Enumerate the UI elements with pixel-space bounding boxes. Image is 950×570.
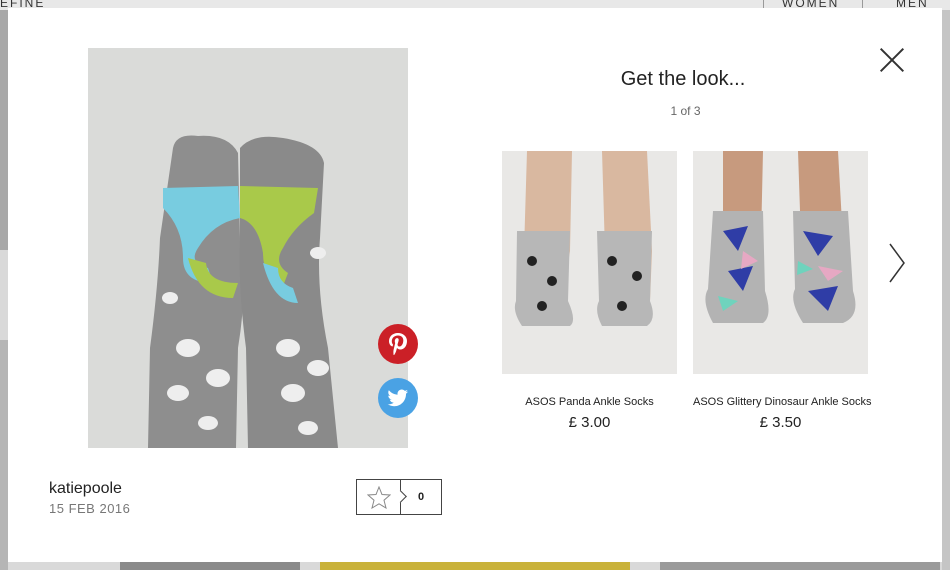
pinterest-share-button[interactable] <box>378 324 418 364</box>
background-tile <box>942 0 950 570</box>
like-star-container <box>357 480 401 514</box>
product-price: £ 3.50 <box>759 414 802 431</box>
background-tile <box>120 562 300 570</box>
background-tile <box>660 562 940 570</box>
dinosaur-socks-image <box>693 151 868 374</box>
product-image[interactable] <box>693 151 868 374</box>
next-product-button[interactable] <box>886 242 908 284</box>
background-tile <box>0 340 8 570</box>
background-tile <box>320 562 630 570</box>
like-button[interactable]: 0 <box>356 479 442 515</box>
product-price: £ 3.00 <box>568 414 611 431</box>
panda-socks-image <box>502 151 677 374</box>
product-card[interactable]: ASOS Panda Ankle Socks £ 3.00 <box>502 151 677 431</box>
username[interactable]: katiepoole <box>49 480 122 498</box>
twitter-share-button[interactable] <box>378 378 418 418</box>
product-image[interactable] <box>502 151 677 374</box>
product-card[interactable]: ASOS Glittery Dinosaur Ankle Socks £ 3.5… <box>693 151 872 431</box>
like-count: 0 <box>417 491 425 503</box>
close-icon[interactable] <box>878 46 906 74</box>
get-the-look-modal: katiepoole 15 FEB 2016 0 Get the look...… <box>8 8 942 562</box>
twitter-icon <box>387 389 408 407</box>
look-title: Get the look... <box>620 68 746 90</box>
look-pager: 1 of 3 <box>670 104 701 118</box>
post-date: 15 FEB 2016 <box>49 501 131 516</box>
pinterest-icon <box>389 333 407 355</box>
socks-illustration <box>88 48 408 448</box>
chevron-right-icon <box>889 243 905 283</box>
background-tile <box>0 0 8 250</box>
star-icon <box>366 485 391 509</box>
socks-photo[interactable] <box>88 48 408 448</box>
product-name[interactable]: ASOS Glittery Dinosaur Ankle Socks <box>693 396 872 408</box>
product-name[interactable]: ASOS Panda Ankle Socks <box>502 396 677 408</box>
